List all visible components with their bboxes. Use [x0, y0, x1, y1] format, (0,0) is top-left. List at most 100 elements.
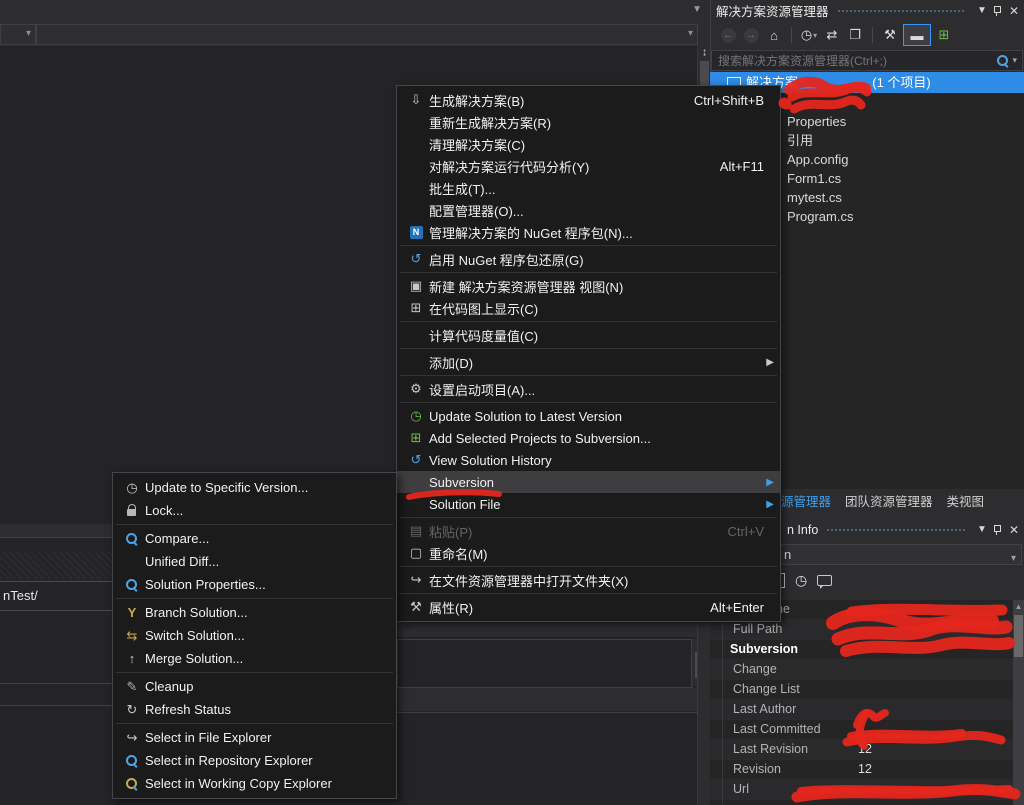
vs-window: ▼ ▾ ▾ nTest/ ▲▼ ↨ 解决方案资源管理器 ▼ ✕ ←→⌂◷▾⇄❐⚒…	[0, 0, 1024, 805]
menu-item-paste[interactable]: ▤粘贴(P)Ctrl+V	[397, 520, 780, 542]
property-label: Url	[710, 780, 858, 799]
pending-changes-filter-icon[interactable]: ◷▾	[799, 25, 819, 45]
menu-item-calculate-code-metrics[interactable]: 计算代码度量值(C)	[397, 324, 780, 346]
cleanup-icon: ✎	[119, 679, 145, 695]
tab-类视图[interactable]: 类视图	[947, 491, 985, 510]
scroll-up-icon[interactable]: ▲	[1013, 600, 1024, 613]
menu-item-enable-nuget-restore[interactable]: ↺启用 NuGet 程序包还原(G)	[397, 248, 780, 270]
nuget-icon: N	[403, 226, 429, 239]
property-row-change[interactable]: Change	[710, 660, 1013, 680]
properties-scrollbar[interactable]: ▲	[1013, 600, 1024, 805]
menu-item-properties[interactable]: ⚒属性(R)Alt+Enter	[397, 596, 780, 618]
menu-item-branch-solution[interactable]: YBranch Solution...	[113, 601, 396, 624]
lock-icon	[119, 504, 145, 517]
sync-with-active-document-icon[interactable]: ⊞	[934, 25, 954, 45]
nav-bar-member-dropdown[interactable]: ▾	[36, 24, 698, 45]
property-row-last-author[interactable]: Last Author	[710, 700, 1013, 720]
nav-bar-project-dropdown[interactable]: ▾	[0, 24, 36, 45]
property-value	[858, 780, 1013, 799]
property-value	[858, 700, 1013, 719]
properties-icon[interactable]: ⚒	[880, 25, 900, 45]
home-icon[interactable]: ⌂	[764, 25, 784, 45]
menu-item-batch-build[interactable]: 批生成(T)...	[397, 177, 780, 199]
open-folder-icon: ↪	[403, 572, 429, 588]
collapsed-toolbar-row: ▼	[0, 0, 710, 22]
menu-item-subversion[interactable]: Subversion▶	[397, 471, 780, 493]
menu-item-add[interactable]: 添加(D)▶	[397, 351, 780, 373]
menu-item-cleanup[interactable]: ✎Cleanup	[113, 675, 396, 698]
menu-item-refresh-status[interactable]: ↻Refresh Status	[113, 698, 396, 721]
menu-item-label: 添加(D)	[429, 353, 473, 372]
menu-item-new-solution-explorer-view[interactable]: ▣新建 解决方案资源管理器 视图(N)	[397, 275, 780, 297]
menu-item-select-in-working-copy-explorer[interactable]: Select in Working Copy Explorer	[113, 772, 396, 795]
grid-indent-guide	[722, 600, 723, 805]
svn-update-icon: ◷	[403, 408, 429, 424]
property-row-last-committed[interactable]: Last Committed	[710, 720, 1013, 740]
switch-icon: ⇆	[119, 628, 145, 644]
close-icon[interactable]: ✕	[1006, 4, 1022, 18]
menu-item-show-on-code-map[interactable]: ⊞在代码图上显示(C)	[397, 297, 780, 319]
menu-item-update-solution-to-latest[interactable]: ◷Update Solution to Latest Version	[397, 405, 780, 427]
menu-item-clean-solution[interactable]: 清理解决方案(C)	[397, 133, 780, 155]
window-position-chevron-icon[interactable]: ▼	[974, 524, 990, 535]
close-icon[interactable]: ✕	[1006, 523, 1022, 537]
menu-item-label: Unified Diff...	[145, 554, 219, 569]
property-row-subversion[interactable]: Subversion	[710, 640, 1013, 660]
pin-icon[interactable]	[992, 5, 1002, 17]
splitter-handle-icon[interactable]: ↨	[699, 46, 710, 59]
menu-item-solution-properties[interactable]: Solution Properties...	[113, 573, 396, 596]
menu-item-view-solution-history[interactable]: ↺View Solution History	[397, 449, 780, 471]
menu-item-shortcut: Ctrl+Shift+B	[694, 93, 774, 108]
window-position-chevron-icon[interactable]: ▼	[974, 5, 990, 16]
search-input[interactable]	[712, 54, 996, 68]
menu-item-run-code-analysis[interactable]: 对解决方案运行代码分析(Y)Alt+F11	[397, 155, 780, 177]
toolbar-overflow-chevron-icon[interactable]: ▼	[692, 4, 702, 15]
menu-item-select-in-file-explorer[interactable]: ↪Select in File Explorer	[113, 726, 396, 749]
search-options-chevron-icon[interactable]: ▾	[1012, 55, 1017, 66]
menu-item-rebuild-solution[interactable]: 重新生成解决方案(R)	[397, 111, 780, 133]
menu-item-label: 清理解决方案(C)	[429, 135, 525, 154]
menu-item-compare[interactable]: Compare...	[113, 527, 396, 550]
history-icon[interactable]: ◷	[795, 572, 807, 589]
menu-item-lock[interactable]: Lock...	[113, 499, 396, 522]
show-all-files-icon[interactable]: ▬	[903, 24, 931, 46]
menu-item-add-projects-to-subversion[interactable]: ⊞Add Selected Projects to Subversion...	[397, 427, 780, 449]
property-row-full-path[interactable]: Full Path	[710, 620, 1013, 640]
refresh-icon[interactable]: ⇄	[822, 25, 842, 45]
property-row-revision[interactable]: Revision12	[710, 760, 1013, 780]
menu-item-unified-diff[interactable]: Unified Diff...	[113, 550, 396, 573]
menu-item-set-startup-projects[interactable]: ⚙设置启动项目(A)...	[397, 378, 780, 400]
menu-item-configuration-manager[interactable]: 配置管理器(O)...	[397, 199, 780, 221]
back-icon[interactable]: ←	[718, 25, 738, 45]
menu-item-solution-file[interactable]: Solution File▶	[397, 493, 780, 515]
menu-item-select-in-repository-explorer[interactable]: Select in Repository Explorer	[113, 749, 396, 772]
menu-item-update-to-specific-version[interactable]: ◷Update to Specific Version...	[113, 476, 396, 499]
tab-源管理器[interactable]: 源管理器	[781, 491, 831, 510]
chevron-down-icon: ▾	[1011, 549, 1016, 568]
pin-icon[interactable]	[992, 524, 1002, 536]
menu-item-switch-solution[interactable]: ⇆Switch Solution...	[113, 624, 396, 647]
menu-item-rename[interactable]: ▢重命名(M)	[397, 542, 780, 564]
compare-icon	[119, 532, 145, 546]
menu-item-label: 启用 NuGet 程序包还原(G)	[429, 250, 584, 269]
menu-item-label: Switch Solution...	[145, 628, 245, 643]
menu-item-label: 批生成(T)...	[429, 179, 495, 198]
comment-icon[interactable]	[817, 575, 832, 586]
tab-团队资源管理器[interactable]: 团队资源管理器	[845, 491, 933, 510]
property-row-last-revision[interactable]: Last Revision12	[710, 740, 1013, 760]
svn-add-icon: ⊞	[403, 430, 429, 446]
menu-item-label: Branch Solution...	[145, 605, 248, 620]
menu-item-open-folder-in-file-explorer[interactable]: ↪在文件资源管理器中打开文件夹(X)	[397, 569, 780, 591]
menu-item-label: Compare...	[145, 531, 209, 546]
forward-icon[interactable]: →	[741, 25, 761, 45]
property-row-url[interactable]: Url	[710, 780, 1013, 800]
search-box[interactable]: ▾	[711, 50, 1023, 71]
menu-item-merge-solution[interactable]: ↑Merge Solution...	[113, 647, 396, 670]
menu-item-build-solution[interactable]: ⇩生成解决方案(B)Ctrl+Shift+B	[397, 89, 780, 111]
collapse-all-icon[interactable]: ❐	[845, 25, 865, 45]
scroll-thumb[interactable]	[700, 61, 709, 85]
property-row-change-list[interactable]: Change List	[710, 680, 1013, 700]
menu-item-manage-nuget-packages[interactable]: N管理解决方案的 NuGet 程序包(N)...	[397, 221, 780, 243]
scroll-thumb[interactable]	[1014, 615, 1023, 657]
titlebar-grip	[837, 9, 966, 14]
